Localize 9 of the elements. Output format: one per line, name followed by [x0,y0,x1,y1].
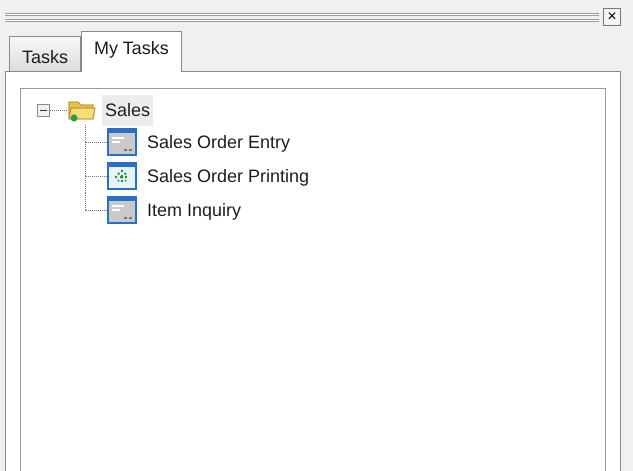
tree-item[interactable]: Sales Order Entry [144,126,294,158]
tab[interactable]: Tasks [9,36,82,71]
process-icon [107,162,137,190]
tab[interactable]: My Tasks [81,31,182,72]
tree-item[interactable]: Item Inquiry [144,194,244,226]
close-button[interactable]: × [603,8,621,26]
tree-item[interactable]: Sales Order Printing [144,160,312,192]
collapse-icon[interactable] [37,104,50,116]
tree-item[interactable]: Sales [102,94,154,126]
